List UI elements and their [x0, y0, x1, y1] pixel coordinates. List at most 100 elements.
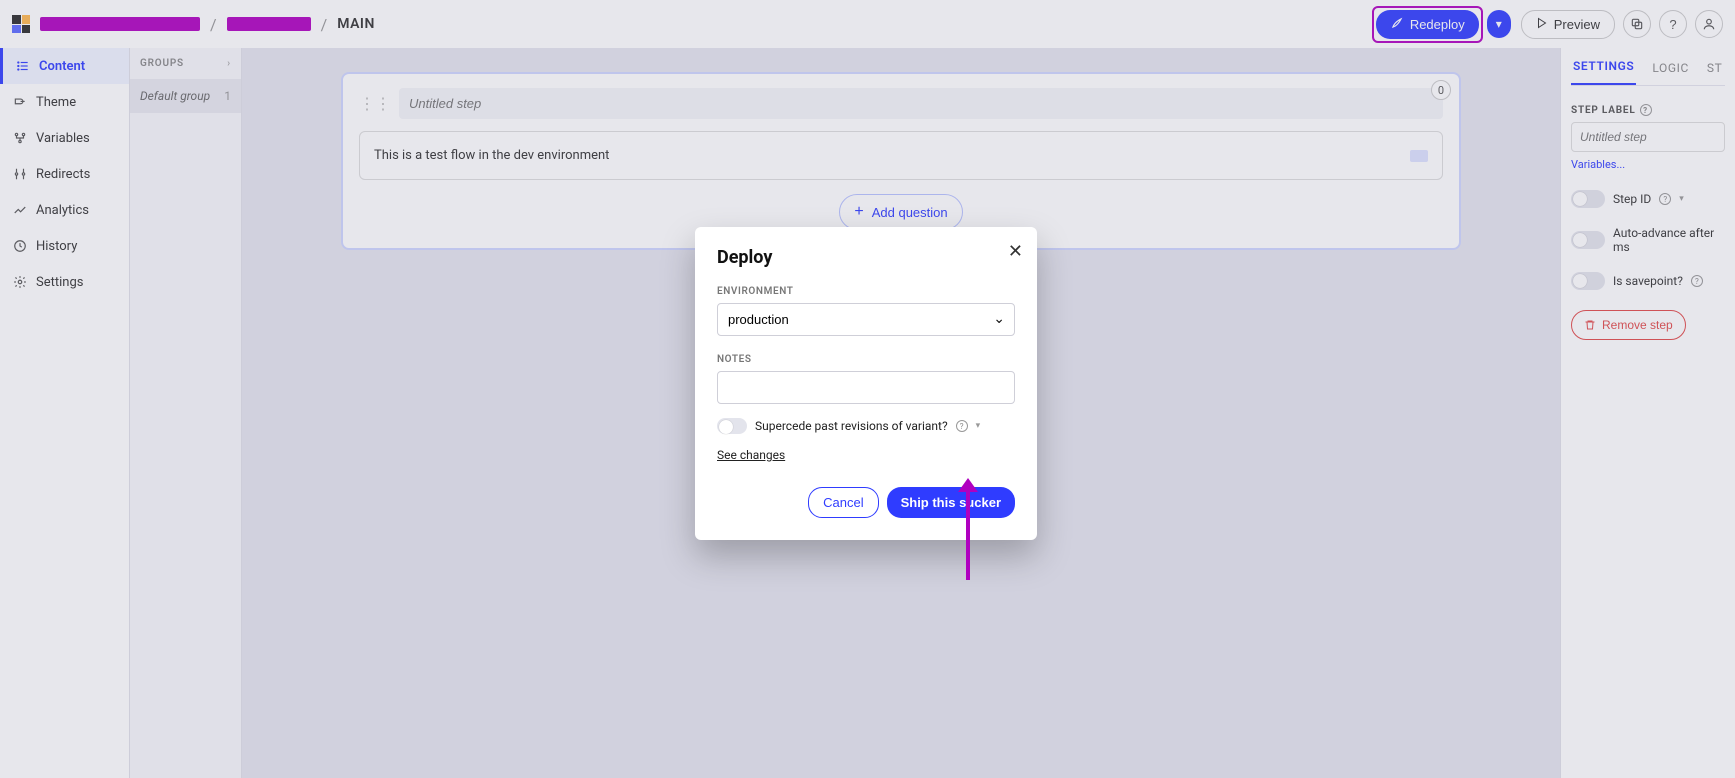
redeploy-button[interactable]: Redeploy [1376, 10, 1479, 39]
plus-icon: + [854, 203, 863, 221]
rocket-icon [1390, 16, 1404, 33]
help-icon[interactable]: ? [1659, 193, 1671, 205]
toggle-step-id[interactable]: Step ID ? ▾ [1571, 190, 1725, 208]
environment-select-wrap: production ⌄ [717, 303, 1015, 336]
sidebar-item-label: Settings [36, 275, 83, 290]
gear-icon [12, 274, 28, 290]
cancel-button[interactable]: Cancel [808, 487, 878, 518]
environment-select[interactable]: production [717, 303, 1015, 336]
sidebar-item-variables[interactable]: Variables [0, 120, 129, 156]
tab-st[interactable]: ST [1705, 61, 1725, 85]
redeploy-split-button[interactable]: ▾ [1487, 10, 1511, 38]
chevron-down-icon: ▾ [1496, 17, 1502, 31]
toggle-label: Is savepoint? [1613, 274, 1683, 288]
question-type-icon [1410, 150, 1428, 162]
analytics-icon [12, 202, 28, 218]
groups-header-label: GROUPS [140, 58, 184, 69]
notes-label: NOTES [717, 354, 1015, 365]
step-card[interactable]: 0 ⋮⋮ This is a test flow in the dev envi… [341, 72, 1461, 250]
breadcrumb-project[interactable] [227, 17, 311, 31]
toggle-savepoint[interactable]: Is savepoint? ? [1571, 272, 1725, 290]
step-title-row: ⋮⋮ [353, 84, 1449, 131]
right-tabs: SETTINGS LOGIC ST [1571, 48, 1725, 86]
sidebar-item-label: History [36, 239, 77, 254]
supersede-row: Supercede past revisions of variant? ? ▾ [717, 418, 1015, 434]
step-label-input[interactable] [1571, 122, 1725, 152]
sidebar-item-label: Redirects [36, 167, 90, 182]
help-icon[interactable]: ? [1640, 104, 1652, 116]
sidebar-item-settings[interactable]: Settings [0, 264, 129, 300]
trash-icon [1584, 319, 1596, 331]
preview-label: Preview [1554, 17, 1600, 32]
app-logo[interactable] [12, 15, 30, 33]
remove-step-label: Remove step [1602, 318, 1673, 332]
sidebar-item-theme[interactable]: Theme [0, 84, 129, 120]
chevron-down-icon[interactable]: ▾ [976, 421, 981, 431]
topbar: / / MAIN Redeploy ▾ Preview ? [0, 0, 1735, 48]
step-badge: 0 [1431, 80, 1451, 100]
history-icon [12, 238, 28, 254]
supersede-toggle[interactable] [717, 418, 747, 434]
toggle-label: Step ID [1613, 192, 1651, 206]
see-changes-link[interactable]: See changes [717, 448, 785, 462]
play-icon [1536, 17, 1548, 32]
sidebar-item-label: Theme [36, 95, 76, 110]
close-button[interactable]: ✕ [1008, 241, 1023, 262]
drag-handle-icon[interactable]: ⋮⋮ [359, 94, 391, 113]
sidebar-item-label: Analytics [36, 203, 89, 218]
close-icon: ✕ [1008, 241, 1023, 261]
help-icon[interactable]: ? [1691, 275, 1703, 287]
sidebar-item-analytics[interactable]: Analytics [0, 192, 129, 228]
tab-settings[interactable]: SETTINGS [1571, 59, 1636, 85]
variables-icon [12, 130, 28, 146]
group-count: 1 [224, 89, 231, 103]
toggle[interactable] [1571, 231, 1605, 249]
sidebar: Content Theme Variables Redirects Analyt… [0, 48, 130, 778]
user-icon [1702, 17, 1716, 31]
step-label-heading: STEP LABEL ? [1571, 104, 1725, 116]
modal-actions: Cancel Ship this sucker [717, 487, 1015, 518]
redeploy-label: Redeploy [1410, 17, 1465, 32]
ship-button[interactable]: Ship this sucker [887, 487, 1015, 518]
sidebar-item-redirects[interactable]: Redirects [0, 156, 129, 192]
help-icon: ? [1669, 17, 1676, 32]
toggle-auto-advance[interactable]: Auto-advance after ms [1571, 226, 1725, 254]
supersede-label: Supercede past revisions of variant? [755, 419, 948, 433]
breadcrumb-sep: / [321, 15, 328, 34]
chevron-right-icon[interactable]: › [227, 58, 231, 69]
sidebar-item-label: Variables [36, 131, 90, 146]
breadcrumb-sep: / [210, 15, 217, 34]
toggle[interactable] [1571, 272, 1605, 290]
theme-icon [12, 94, 28, 110]
groups-panel: GROUPS › Default group 1 [130, 48, 242, 778]
add-question-button[interactable]: + Add question [839, 194, 962, 230]
modal-title: Deploy [717, 247, 1015, 268]
breadcrumb-branch[interactable]: MAIN [337, 16, 375, 32]
copy-button[interactable] [1623, 10, 1651, 38]
redirects-icon [12, 166, 28, 182]
help-icon[interactable]: ? [956, 420, 968, 432]
user-button[interactable] [1695, 10, 1723, 38]
sidebar-item-history[interactable]: History [0, 228, 129, 264]
copy-icon [1630, 17, 1644, 31]
breadcrumb-org[interactable] [40, 17, 200, 31]
add-question-label: Add question [872, 205, 948, 220]
variables-link[interactable]: Variables... [1571, 158, 1625, 171]
question-text: This is a test flow in the dev environme… [374, 148, 609, 163]
step-title-input[interactable] [399, 88, 1443, 119]
question-box[interactable]: This is a test flow in the dev environme… [359, 131, 1443, 180]
help-button[interactable]: ? [1659, 10, 1687, 38]
deploy-modal: Deploy ✕ ENVIRONMENT production ⌄ NOTES … [695, 227, 1037, 540]
group-name: Default group [140, 89, 210, 103]
toggle[interactable] [1571, 190, 1605, 208]
tab-logic[interactable]: LOGIC [1650, 61, 1691, 85]
sidebar-item-label: Content [39, 59, 85, 74]
preview-button[interactable]: Preview [1521, 10, 1615, 39]
remove-step-button[interactable]: Remove step [1571, 310, 1686, 340]
sidebar-item-content[interactable]: Content [0, 48, 129, 84]
notes-input[interactable] [717, 371, 1015, 404]
toggle-label: Auto-advance after ms [1613, 226, 1725, 254]
group-item[interactable]: Default group 1 [130, 79, 241, 113]
chevron-down-icon[interactable]: ▾ [1679, 194, 1684, 204]
environment-label: ENVIRONMENT [717, 286, 1015, 297]
